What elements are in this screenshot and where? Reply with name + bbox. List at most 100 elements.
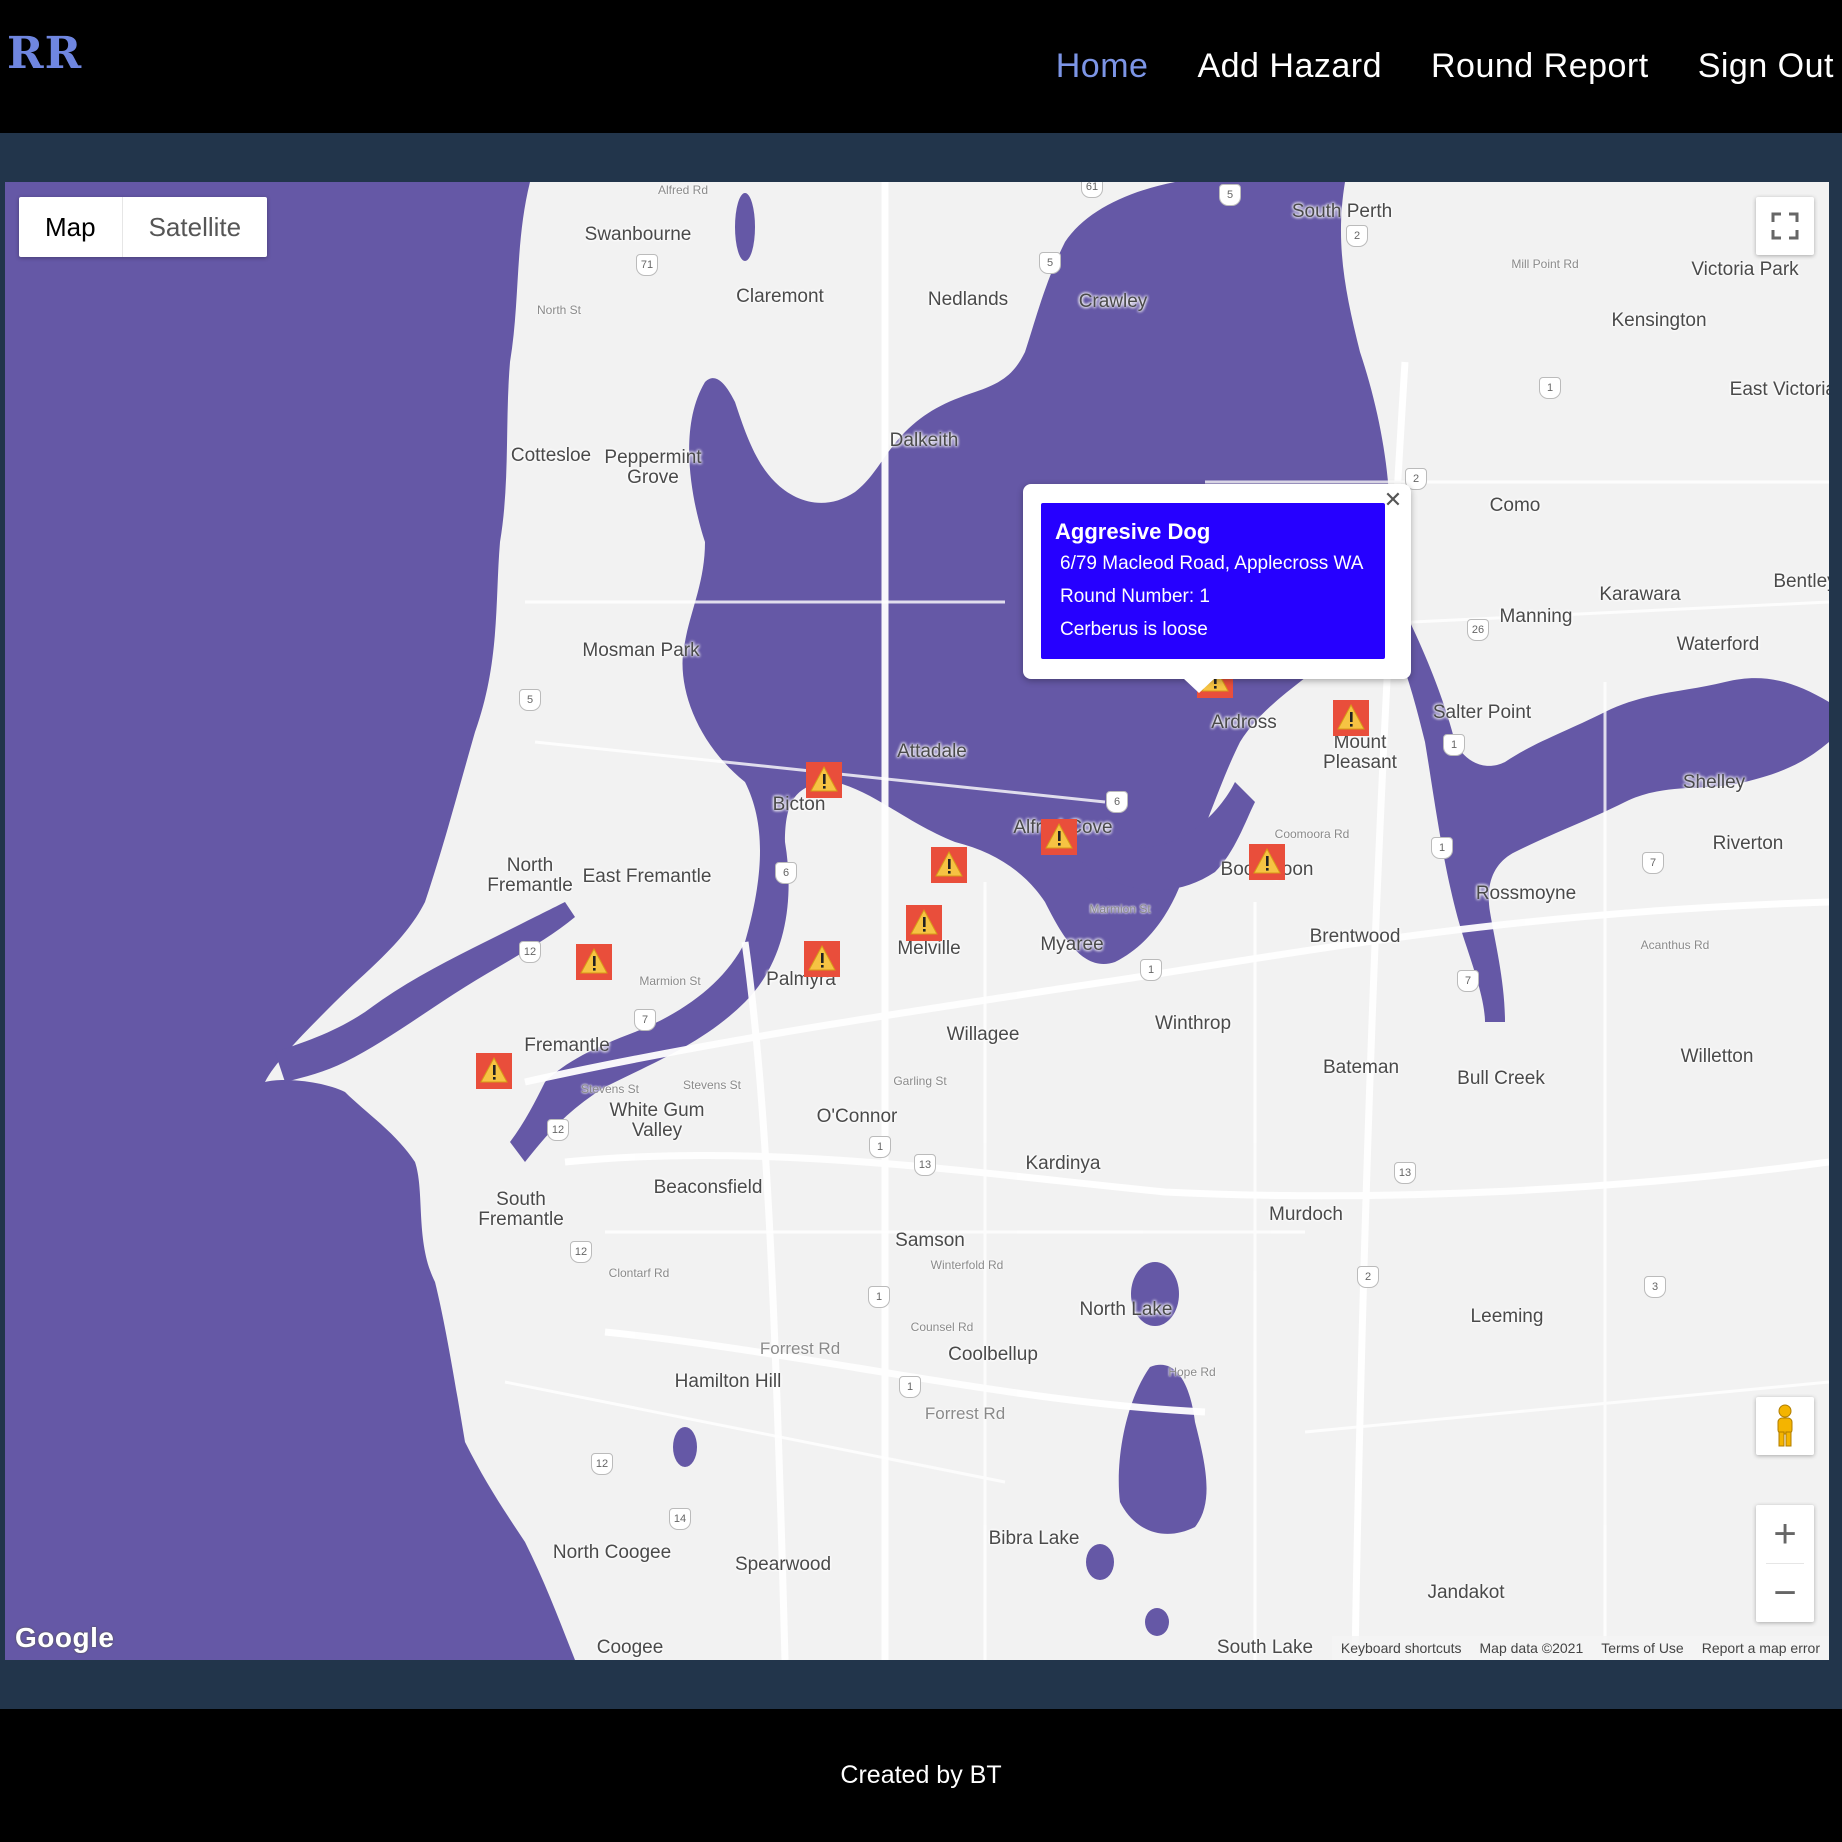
- warning-icon: [808, 944, 836, 971]
- hazard-info-window: ✕ Aggresive Dog 6/79 Macleod Road, Apple…: [1023, 484, 1411, 693]
- zoom-out-button[interactable]: −: [1756, 1564, 1814, 1622]
- street-label: Winterfold Rd: [930, 1258, 1004, 1272]
- footer-credit: Created by BT: [840, 1761, 1002, 1789]
- map-label: Bull Creek: [1457, 1068, 1545, 1089]
- hazard-marker[interactable]: [906, 905, 942, 941]
- map-label: East Fremantle: [582, 866, 712, 887]
- hazard-marker[interactable]: [576, 944, 612, 980]
- street-label: Coomoora Rd: [1274, 827, 1350, 841]
- street-label: Marmion St: [1089, 902, 1151, 916]
- route-shield: 14: [669, 1508, 691, 1530]
- route-shield: 5: [519, 689, 541, 711]
- route-shield: 2: [1346, 225, 1368, 247]
- street-label: Stevens St: [580, 1082, 640, 1096]
- route-shield: 12: [547, 1119, 569, 1141]
- hazard-address: 6/79 Macleod Road, Applecross WA: [1060, 553, 1364, 574]
- street-label: Alfred Rd: [657, 183, 709, 197]
- map-label: Claremont: [736, 286, 824, 307]
- street-label: Stevens St: [682, 1078, 742, 1092]
- warning-icon: [810, 765, 838, 792]
- street-label: North St: [536, 303, 582, 317]
- warning-icon: [580, 947, 608, 974]
- zoom-in-button[interactable]: +: [1756, 1505, 1814, 1563]
- map-label: Bateman: [1322, 1057, 1400, 1078]
- fullscreen-icon: [1771, 212, 1799, 240]
- app-logo[interactable]: RR: [7, 32, 82, 76]
- page-footer: Created by BT: [0, 1709, 1842, 1842]
- map-label: Willetton: [1680, 1046, 1754, 1067]
- route-shield: 1: [1443, 734, 1465, 756]
- nav-sign-out-link[interactable]: Sign Out: [1698, 47, 1834, 86]
- route-shield: 13: [914, 1154, 936, 1176]
- map-label: Brentwood: [1309, 926, 1401, 947]
- map-label: O'Connor: [816, 1106, 898, 1127]
- map-label: Kensington: [1611, 310, 1707, 331]
- hazard-marker[interactable]: [931, 847, 967, 883]
- hazard-marker[interactable]: [1333, 700, 1369, 736]
- map-label: Myaree: [1040, 934, 1104, 955]
- route-shield: 1: [869, 1136, 891, 1158]
- hazard-title: Aggresive Dog: [1055, 519, 1211, 544]
- route-shield: 13: [1394, 1162, 1416, 1184]
- street-label: Garling St: [893, 1074, 947, 1088]
- hazard-marker[interactable]: [476, 1053, 512, 1089]
- hazard-map[interactable]: Swanbourne Claremont Nedlands Crawley So…: [5, 182, 1829, 1660]
- map-label: Mosman Park: [582, 640, 700, 661]
- route-shield: 1: [868, 1286, 890, 1308]
- hazard-marker[interactable]: [804, 941, 840, 977]
- map-label: Dalkeith: [889, 430, 959, 451]
- map-label: South Fremantle: [478, 1189, 564, 1230]
- nav-home-link[interactable]: Home: [1056, 47, 1149, 86]
- nav-menu: Home Add Hazard Round Report Sign Out: [1056, 0, 1842, 133]
- hazard-marker[interactable]: [1249, 844, 1285, 880]
- nav-round-report-link[interactable]: Round Report: [1431, 47, 1649, 86]
- top-navbar: RR Home Add Hazard Round Report Sign Out: [0, 0, 1842, 133]
- hazard-note: Cerberus is loose: [1060, 619, 1208, 640]
- route-shield: 1: [1431, 837, 1453, 859]
- street-view-button[interactable]: [1756, 1397, 1814, 1455]
- map-label: Samson: [895, 1230, 965, 1251]
- route-shield: 5: [1219, 184, 1241, 206]
- map-type-satellite-button[interactable]: Satellite: [123, 197, 268, 257]
- route-shield: 1: [1539, 377, 1561, 399]
- map-label: White Gum Valley: [609, 1100, 705, 1141]
- keyboard-shortcuts-link[interactable]: Keyboard shortcuts: [1332, 1640, 1471, 1656]
- route-shield: 6: [775, 862, 797, 884]
- map-label: Bibra Lake: [988, 1528, 1080, 1549]
- warning-icon: [910, 908, 938, 935]
- hazard-marker[interactable]: [806, 762, 842, 798]
- map-label: Coogee: [596, 1637, 664, 1658]
- map-label: Mount Pleasant: [1323, 732, 1397, 773]
- map-label: Coolbellup: [948, 1344, 1038, 1365]
- map-label: Peppermint Grove: [604, 447, 702, 488]
- street-label: Acanthus Rd: [1640, 938, 1710, 952]
- zoom-control: + −: [1756, 1505, 1814, 1622]
- terms-of-use-link[interactable]: Terms of Use: [1592, 1640, 1692, 1656]
- map-label: Spearwood: [734, 1554, 832, 1575]
- hazard-marker[interactable]: [1041, 819, 1077, 855]
- route-shield: 5: [1039, 252, 1061, 274]
- map-label: Cottesloe: [510, 445, 592, 466]
- map-label: North Coogee: [552, 1542, 672, 1563]
- map-label: Nedlands: [927, 289, 1009, 310]
- fullscreen-button[interactable]: [1756, 197, 1814, 255]
- map-label: Bicton: [772, 794, 826, 815]
- street-label: Forrest Rd: [924, 1404, 1006, 1423]
- route-shield: 7: [634, 1009, 656, 1031]
- nav-add-hazard-link[interactable]: Add Hazard: [1197, 47, 1382, 86]
- hazard-round: Round Number: 1: [1060, 586, 1210, 607]
- route-shield: 3: [1644, 1276, 1666, 1298]
- route-shield: 61: [1081, 182, 1103, 198]
- map-label: Beaconsfield: [653, 1177, 763, 1198]
- street-label: Clontarf Rd: [608, 1266, 670, 1280]
- map-data-text: Map data ©2021: [1479, 1640, 1584, 1656]
- map-type-map-button[interactable]: Map: [19, 197, 123, 257]
- route-shield: 12: [519, 941, 541, 963]
- map-label: Willagee: [946, 1024, 1020, 1045]
- map-label: Crawley: [1078, 291, 1148, 312]
- report-map-error-link[interactable]: Report a map error: [1693, 1640, 1829, 1656]
- warning-icon: [1337, 703, 1365, 730]
- map-label: Melville: [897, 938, 961, 959]
- street-label: Forrest Rd: [759, 1339, 841, 1358]
- map-label: Bentley: [1773, 571, 1829, 592]
